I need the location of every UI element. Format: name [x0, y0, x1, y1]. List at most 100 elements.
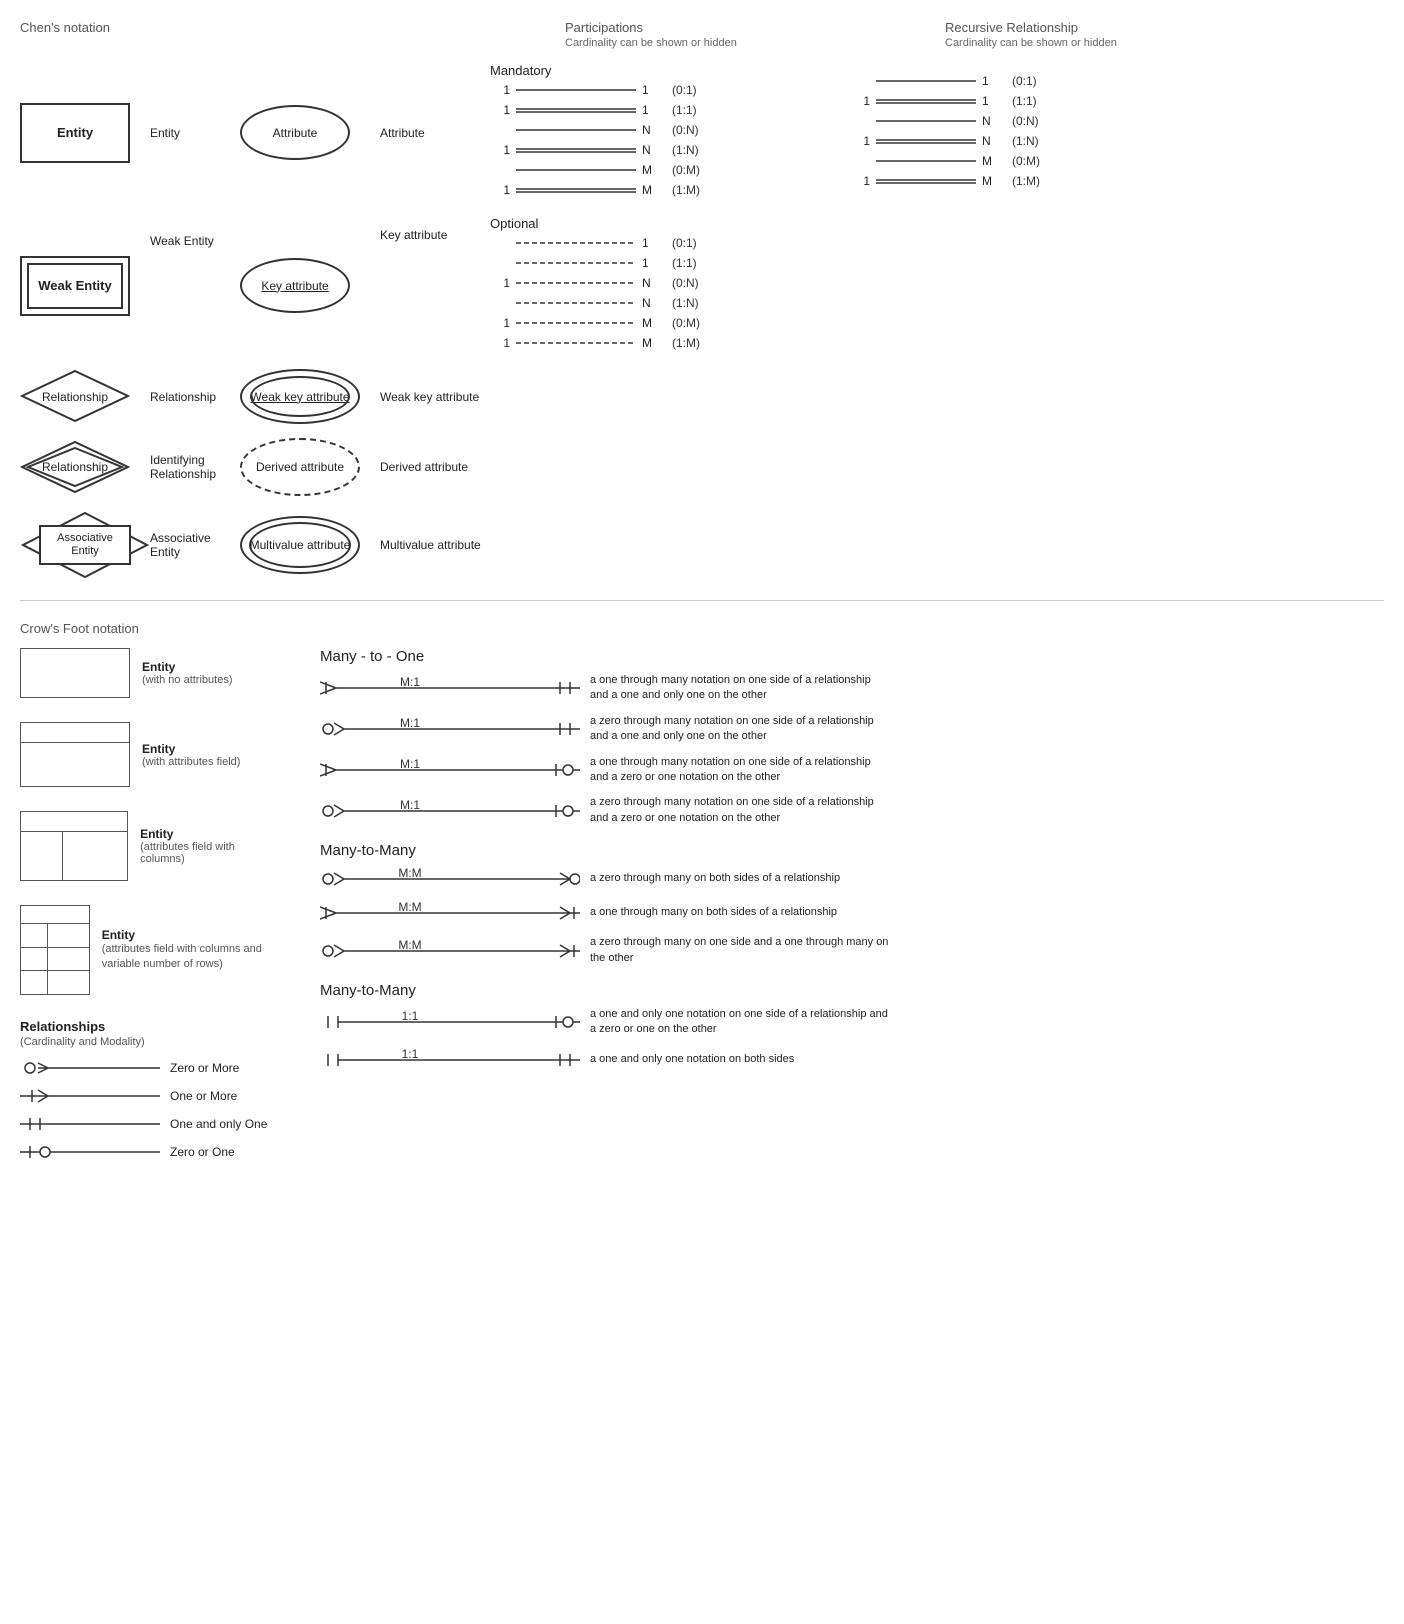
many-to-one-label: Many - to - One: [320, 648, 1384, 665]
m1-row-4: M:1 a zero through many notation on one …: [320, 795, 1384, 826]
opt-line-1n: [516, 295, 636, 311]
m1-row-2: M:1 a zero through many notation on one …: [320, 714, 1384, 745]
11-line-1: 1:1: [320, 1010, 580, 1034]
participations-sublabel: Cardinality can be shown or hidden: [565, 37, 945, 49]
weak-entity-shape: Weak Entity: [20, 256, 130, 316]
rec-row-1m: 1 M (1:M): [850, 173, 1384, 189]
participations-label: Participations: [565, 20, 945, 35]
svg-text:M:1: M:1: [400, 799, 420, 812]
participation-line-1m: [516, 182, 636, 198]
zero-or-one-symbol: [20, 1142, 160, 1162]
participation-line-11: [516, 102, 636, 118]
attribute-shape: Attribute: [240, 105, 350, 160]
11-row-1: 1:1 a one and only one notation on one s…: [320, 1007, 1384, 1038]
multivalue-attr-label: Multivalue attribute: [250, 538, 351, 552]
opt-notation-0m: (0:M): [672, 316, 700, 330]
rec-right-1n: N: [982, 134, 1002, 148]
derived-attr-desc: Derived attribute: [380, 460, 490, 474]
p-left-11: 1: [490, 103, 510, 117]
rec-right-0n: N: [982, 114, 1002, 128]
derived-attr-label: Derived attribute: [256, 460, 344, 474]
rec-notation-11: (1:1): [1012, 94, 1037, 108]
rec-row-0n: N (0:N): [850, 113, 1384, 129]
weak-key-attr-shape: Weak key attribute: [240, 369, 360, 424]
mm-row-1: M:M a zero through many on both sides of…: [320, 867, 1384, 891]
relationships-bottom-section: Relationships (Cardinality and Modality)…: [20, 1019, 280, 1162]
cf-entity-simple-label-wrap: Entity (with no attributes): [142, 660, 232, 686]
svg-text:M:1: M:1: [400, 717, 420, 730]
cf-entity-simple-row: Entity (with no attributes): [20, 648, 280, 698]
assoc-entity-shape: AssociativeEntity: [20, 510, 150, 580]
derived-attr-shape-container: Derived attribute: [240, 438, 380, 496]
participation-line-01: [516, 82, 636, 98]
multivalue-attr-shape-container: Multivalue attribute: [240, 516, 380, 574]
multivalue-attr-shape: Multivalue attribute: [240, 516, 360, 574]
p-left-01: 1: [490, 83, 510, 97]
key-attr-label: Key attribute: [261, 279, 328, 293]
crows-foot-section: Crow's Foot notation Entity (with no att…: [20, 621, 1384, 1170]
p-right-1n: N: [642, 143, 662, 157]
rec-left-1n: 1: [850, 134, 870, 148]
rec-left-1m: 1: [850, 174, 870, 188]
mm-line-2: M:M: [320, 901, 580, 925]
crows-foot-label: Crow's Foot notation: [20, 621, 1384, 636]
key-attr-shape: Key attribute: [240, 258, 350, 313]
one-and-only-one-label: One and only One: [170, 1116, 267, 1133]
cf-relationships-column: Many - to - One M:1 a one through: [320, 648, 1384, 1170]
rel-sym-one-and-only-one: One and only One: [20, 1114, 280, 1134]
opt-right-1n: N: [642, 296, 662, 310]
opt-row-01: 1 (0:1): [490, 235, 840, 251]
rec-notation-01: (0:1): [1012, 74, 1037, 88]
m1-desc-4: a zero through many notation on one side…: [590, 795, 890, 826]
opt-left-0m: 1: [490, 316, 510, 330]
many-to-many-label: Many-to-Many: [320, 842, 1384, 859]
rec-right-1m: M: [982, 174, 1002, 188]
opt-row-0n: 1 N (0:N): [490, 275, 840, 291]
participation-row-1m: 1 M (1:M): [490, 182, 840, 198]
cf-entity-attrs-label-wrap: Entity (with attributes field): [142, 742, 240, 768]
mm-row-2: M:M a one through many on both sides of …: [320, 901, 1384, 925]
opt-right-1m: M: [642, 336, 662, 350]
cf-entity-cols-shape: [20, 811, 128, 881]
relationships-bottom-label: Relationships: [20, 1019, 280, 1034]
participation-line-0m: [516, 162, 636, 178]
p-notation-0n: (0:N): [672, 123, 699, 137]
attribute-desc: Attribute: [380, 126, 490, 140]
mandatory-section: Mandatory 1 1 (0:1) 1 1 (1:1): [490, 63, 840, 202]
mm-row-3: M:M a zero through many on one side and …: [320, 935, 1384, 966]
m1-desc-1: a one through many notation on one side …: [590, 673, 890, 704]
opt-notation-1m: (1:M): [672, 336, 700, 350]
p-right-0n: N: [642, 123, 662, 137]
svg-text:1:1: 1:1: [402, 1048, 419, 1061]
p-left-1m: 1: [490, 183, 510, 197]
opt-line-11: [516, 255, 636, 271]
mandatory-label: Mandatory: [490, 63, 840, 78]
rel-sym-zero-or-more: Zero or More: [20, 1058, 280, 1078]
p-right-1m: M: [642, 183, 662, 197]
recursive-label: Recursive Relationship: [945, 20, 1384, 35]
weak-entity-desc: Weak Entity: [150, 216, 240, 355]
entity-shape-container: Entity: [20, 103, 150, 163]
p-notation-1m: (1:M): [672, 183, 700, 197]
opt-notation-11: (1:1): [672, 256, 697, 270]
11-row-2: 1:1 a one and only one notation on both …: [320, 1048, 1384, 1072]
key-attr-desc: Key attribute: [380, 216, 490, 355]
opt-right-01: 1: [642, 236, 662, 250]
m1-desc-2: a zero through many notation on one side…: [590, 714, 890, 745]
rec-row-11: 1 1 (1:1): [850, 93, 1384, 109]
rec-notation-0m: (0:M): [1012, 154, 1040, 168]
cf-entity-attrs-shape: [20, 722, 130, 787]
p-right-11: 1: [642, 103, 662, 117]
cf-entity-cols-sublabel: (attributes field with columns): [140, 841, 280, 865]
p-notation-1n: (1:N): [672, 143, 699, 157]
11-desc-1: a one and only one notation on one side …: [590, 1007, 890, 1038]
p-right-0m: M: [642, 163, 662, 177]
opt-notation-1n: (1:N): [672, 296, 699, 310]
opt-left-1m: 1: [490, 336, 510, 350]
participation-row-1n: 1 N (1:N): [490, 142, 840, 158]
main-container: Chen's notation Participations Cardinali…: [20, 20, 1384, 1170]
m1-row-1: M:1 a one through many notation on one s…: [320, 673, 1384, 704]
svg-text:M:M: M:M: [398, 901, 421, 914]
rec-right-0m: M: [982, 154, 1002, 168]
weak-entity-shape-container: Weak Entity: [20, 216, 150, 355]
